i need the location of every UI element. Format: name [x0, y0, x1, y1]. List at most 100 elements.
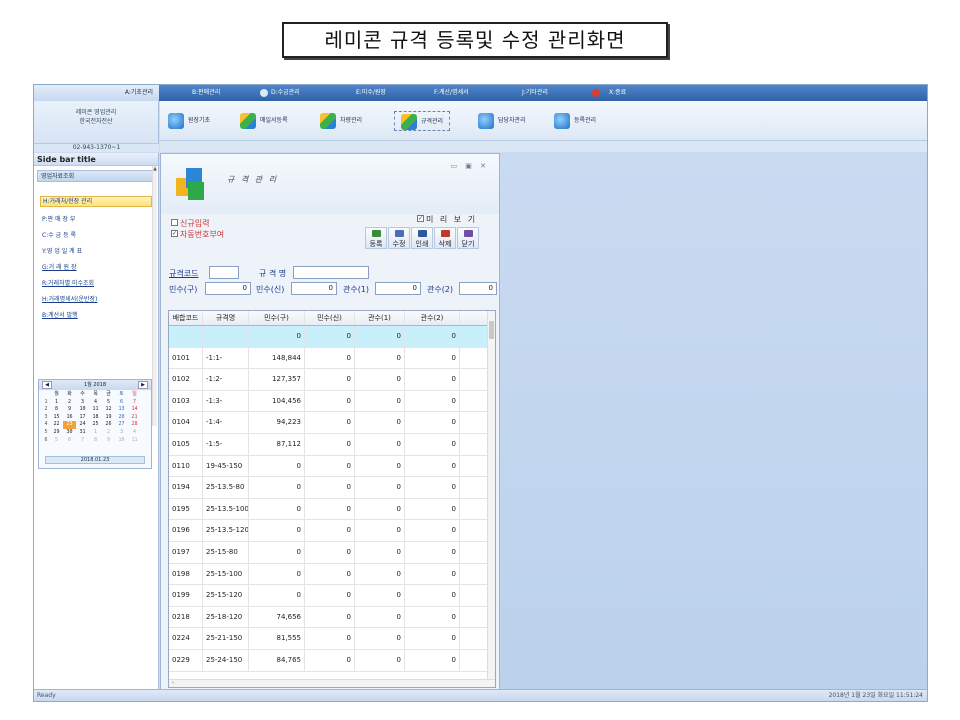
- table-cell[interactable]: 0: [405, 628, 460, 649]
- table-cell[interactable]: 25-24-150: [203, 649, 249, 671]
- sidebar-item-client-site[interactable]: H:거래처/현장 관리: [40, 196, 152, 207]
- register-button[interactable]: 등록: [365, 227, 387, 249]
- table-cell[interactable]: 0: [405, 541, 460, 563]
- table-cell[interactable]: 0: [405, 412, 460, 433]
- table-cell[interactable]: 0: [405, 520, 460, 541]
- calendar-day[interactable]: 10: [115, 437, 128, 445]
- table-cell[interactable]: 0: [305, 326, 355, 347]
- close-button[interactable]: 닫기: [457, 227, 479, 249]
- table-cell[interactable]: 0: [355, 455, 405, 477]
- table-cell[interactable]: 0: [305, 455, 355, 477]
- table-cell[interactable]: 0103: [169, 390, 203, 412]
- calendar-day[interactable]: 19: [102, 414, 115, 422]
- table-cell[interactable]: 0: [305, 585, 355, 606]
- table-cell[interactable]: 0229: [169, 649, 203, 671]
- table-cell[interactable]: 0: [355, 390, 405, 412]
- table-cell[interactable]: 0: [355, 347, 405, 369]
- gov1-input[interactable]: 0: [375, 282, 421, 295]
- menu-collection[interactable]: D:수금관리: [260, 87, 300, 99]
- table-cell[interactable]: 0: [355, 326, 405, 347]
- table-row[interactable]: 0198 25-15-100 0 0 0 0: [169, 563, 495, 586]
- sidebar-group-header[interactable]: 영업자료조회: [37, 170, 155, 182]
- toolbar-registration[interactable]: 등록관리: [554, 111, 596, 131]
- table-cell[interactable]: 0: [305, 628, 355, 649]
- table-cell[interactable]: 19-45-150: [203, 455, 249, 477]
- table-cell[interactable]: 25-18-120: [203, 606, 249, 628]
- spec-code-input[interactable]: [209, 266, 239, 279]
- calendar-day[interactable]: 21: [128, 414, 141, 422]
- table-cell[interactable]: 0: [249, 585, 305, 606]
- calendar-day[interactable]: 15: [50, 414, 63, 422]
- grid-horizontal-scrollbar[interactable]: ‹: [169, 679, 495, 687]
- new-input-option[interactable]: 신규입력: [171, 218, 224, 229]
- table-cell[interactable]: 25-21-150: [203, 628, 249, 649]
- table-cell[interactable]: 0: [249, 326, 305, 347]
- calendar-day[interactable]: 12: [102, 406, 115, 414]
- table-cell[interactable]: 0197: [169, 541, 203, 563]
- table-cell[interactable]: -1:1-: [203, 347, 249, 369]
- table-cell[interactable]: 0: [249, 455, 305, 477]
- table-row[interactable]: 0194 25-13.5-80 0 0 0 0: [169, 477, 495, 499]
- grid-vertical-scrollbar[interactable]: [487, 311, 495, 687]
- calendar-day[interactable]: 1: [89, 429, 102, 437]
- table-cell[interactable]: -1:3-: [203, 390, 249, 412]
- menu-etc[interactable]: J:기타관리: [522, 87, 548, 99]
- table-row[interactable]: 0195 25-13.5-100 0 0 0 0: [169, 498, 495, 521]
- table-row[interactable]: 0197 25-15-80 0 0 0 0: [169, 541, 495, 564]
- checkbox-unchecked[interactable]: [171, 219, 178, 226]
- window-controls[interactable]: ▭ ▣ ✕: [450, 162, 489, 170]
- table-cell[interactable]: 0: [405, 563, 460, 585]
- table-cell[interactable]: 0: [355, 606, 405, 628]
- table-cell[interactable]: 0: [405, 347, 460, 369]
- menu-receivable[interactable]: E:미수/원장: [356, 87, 386, 99]
- table-cell[interactable]: 0: [305, 390, 355, 412]
- table-cell[interactable]: 0102: [169, 369, 203, 390]
- table-cell[interactable]: 0105: [169, 433, 203, 455]
- table-cell[interactable]: 0: [249, 498, 305, 520]
- toolbar-spec[interactable]: 규격관리: [394, 111, 451, 131]
- table-cell[interactable]: 0: [249, 563, 305, 585]
- table-cell[interactable]: 0: [249, 520, 305, 541]
- calendar-day[interactable]: 13: [115, 406, 128, 414]
- calendar-day[interactable]: 27: [115, 421, 128, 429]
- toolbar-vehicle[interactable]: 차량관리: [320, 111, 362, 131]
- table-cell[interactable]: 0: [249, 541, 305, 563]
- preview-option[interactable]: ✓미 리 보 기: [417, 214, 477, 225]
- sidebar-item-collection[interactable]: C:수 금 등 록: [40, 228, 152, 244]
- calendar-day[interactable]: 9: [102, 437, 115, 445]
- table-row[interactable]: 0196 25-13.5-120 0 0 0 0: [169, 520, 495, 542]
- grid-header-cell[interactable]: 배합코드: [169, 311, 203, 325]
- calendar-day[interactable]: 8: [50, 406, 63, 414]
- calendar-day[interactable]: 28: [128, 421, 141, 429]
- sidebar-item-sales-ledger[interactable]: P:판 매 장 부: [40, 212, 152, 228]
- table-cell[interactable]: 0: [405, 649, 460, 671]
- table-cell[interactable]: 0: [305, 563, 355, 585]
- calendar-day[interactable]: 4: [128, 429, 141, 437]
- calendar-day[interactable]: 10: [76, 406, 89, 414]
- table-cell[interactable]: 0: [355, 433, 405, 455]
- table-cell[interactable]: 25-13.5-120: [203, 520, 249, 541]
- price-old-input[interactable]: 0: [205, 282, 251, 295]
- table-cell[interactable]: 0: [305, 520, 355, 541]
- delete-button[interactable]: 삭제: [434, 227, 456, 249]
- calendar-day[interactable]: 9: [63, 406, 76, 414]
- table-cell[interactable]: 84,765: [249, 649, 305, 671]
- table-row[interactable]: 0229 25-24-150 84,765 0 0 0: [169, 649, 495, 672]
- calendar-day[interactable]: 1: [50, 399, 63, 407]
- table-cell[interactable]: 0: [405, 369, 460, 390]
- calendar-day[interactable]: 31: [76, 429, 89, 437]
- calendar-day[interactable]: 4: [89, 399, 102, 407]
- table-cell[interactable]: -1:4-: [203, 412, 249, 433]
- table-cell[interactable]: 25-15-100: [203, 563, 249, 585]
- table-cell[interactable]: 0: [405, 455, 460, 477]
- toolbar-ledger-basic[interactable]: 원장기초: [168, 111, 210, 131]
- table-cell[interactable]: [169, 326, 203, 347]
- table-cell[interactable]: 0: [305, 412, 355, 433]
- table-cell[interactable]: 0: [405, 477, 460, 498]
- calendar-day[interactable]: 11: [128, 437, 141, 445]
- spec-grid[interactable]: 배합코드 규격명 민수(구) 민수(신) 관수(1) 관수(2) 0 0 0 0 010…: [168, 310, 496, 688]
- table-cell[interactable]: -1:2-: [203, 369, 249, 390]
- checkbox-checked[interactable]: ✓: [417, 215, 424, 222]
- calendar-day[interactable]: 7: [128, 399, 141, 407]
- table-cell[interactable]: 0: [405, 433, 460, 455]
